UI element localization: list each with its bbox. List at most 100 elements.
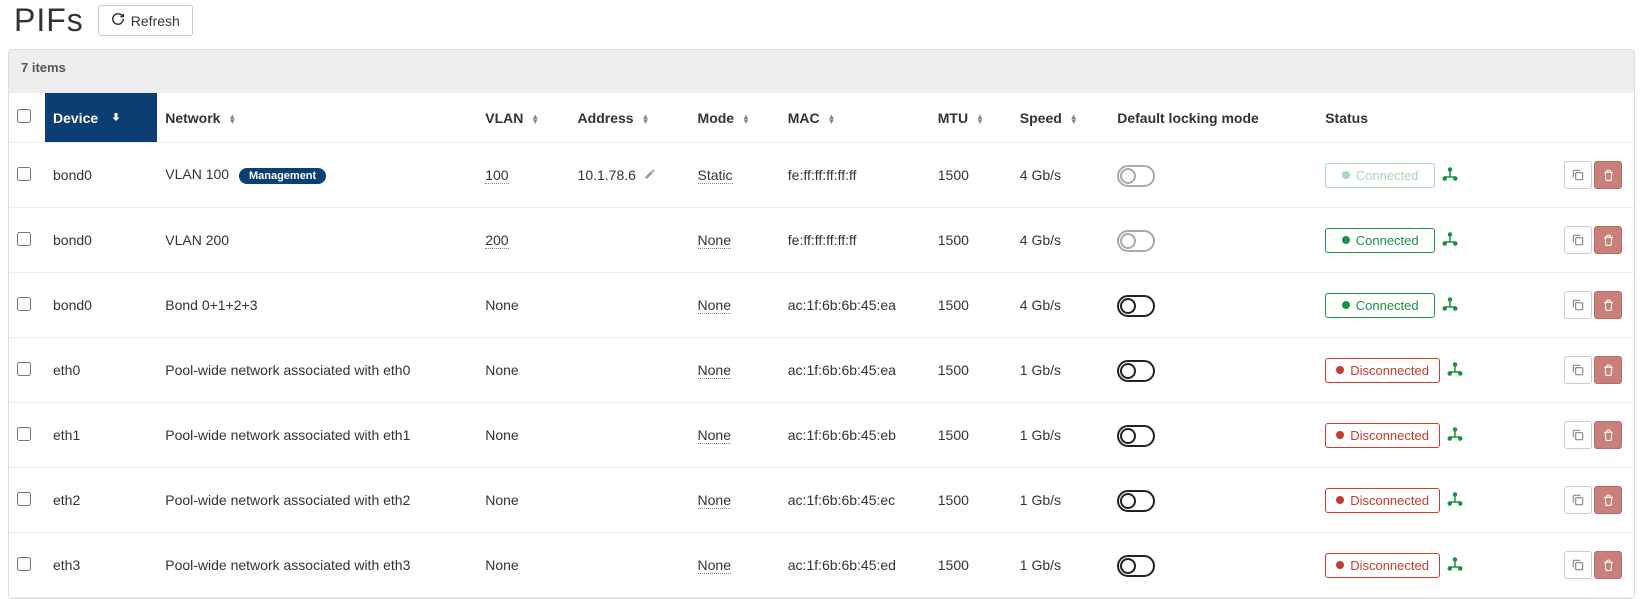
locking-toggle[interactable] <box>1117 295 1153 315</box>
mode-cell[interactable]: None <box>698 557 731 574</box>
copy-button[interactable] <box>1564 486 1592 514</box>
row-checkbox[interactable] <box>17 557 31 571</box>
network-cell[interactable]: Pool-wide network associated with eth3 <box>165 557 410 573</box>
copy-button[interactable] <box>1564 356 1592 384</box>
copy-button[interactable] <box>1564 291 1592 319</box>
table-row: bond0VLAN 200200Nonefe:ff:ff:ff:ff:ff150… <box>9 208 1634 273</box>
status-dot-icon <box>1342 236 1350 244</box>
edit-address-icon[interactable] <box>644 167 656 183</box>
network-tree-icon[interactable] <box>1441 234 1459 250</box>
col-device[interactable]: Device <box>45 93 157 143</box>
network-tree-icon[interactable] <box>1446 429 1464 445</box>
vlan-cell: None <box>485 557 518 573</box>
mode-cell[interactable]: Static <box>698 167 733 184</box>
locking-toggle[interactable] <box>1117 425 1153 445</box>
row-checkbox[interactable] <box>17 427 31 441</box>
network-cell[interactable]: Bond 0+1+2+3 <box>165 297 257 313</box>
row-checkbox[interactable] <box>17 492 31 506</box>
table-row: bond0Bond 0+1+2+3NoneNoneac:1f:6b:6b:45:… <box>9 273 1634 338</box>
status-pill[interactable]: Connected <box>1325 163 1435 188</box>
mtu-cell: 1500 <box>938 232 969 248</box>
col-mode-label: Mode <box>698 110 735 126</box>
network-tree-icon[interactable] <box>1446 559 1464 575</box>
status-pill[interactable]: Disconnected <box>1325 358 1440 383</box>
mtu-cell: 1500 <box>938 492 969 508</box>
select-all-checkbox[interactable] <box>17 109 31 123</box>
delete-button[interactable] <box>1594 161 1622 189</box>
mode-cell[interactable]: None <box>698 232 731 249</box>
sort-icon: ▲▼ <box>228 114 236 124</box>
refresh-icon <box>111 12 125 29</box>
delete-button[interactable] <box>1594 551 1622 579</box>
col-vlan[interactable]: VLAN ▲▼ <box>477 93 569 143</box>
locking-toggle[interactable] <box>1117 165 1153 185</box>
mode-cell[interactable]: None <box>698 297 731 314</box>
delete-button[interactable] <box>1594 226 1622 254</box>
mode-cell[interactable]: None <box>698 362 731 379</box>
network-tree-icon[interactable] <box>1446 364 1464 380</box>
copy-button[interactable] <box>1564 161 1592 189</box>
status-pill[interactable]: Disconnected <box>1325 553 1440 578</box>
mtu-cell: 1500 <box>938 557 969 573</box>
device-cell: eth2 <box>53 492 80 508</box>
delete-button[interactable] <box>1594 486 1622 514</box>
locking-toggle[interactable] <box>1117 490 1153 510</box>
col-mac-label: MAC <box>788 110 820 126</box>
delete-button[interactable] <box>1594 421 1622 449</box>
status-pill[interactable]: Connected <box>1325 293 1435 318</box>
mode-cell[interactable]: None <box>698 427 731 444</box>
sort-icon: ▲▼ <box>1070 114 1078 124</box>
mtu-cell: 1500 <box>938 167 969 183</box>
col-status: Status <box>1317 93 1528 143</box>
status-dot-icon <box>1336 366 1344 374</box>
refresh-button[interactable]: Refresh <box>98 5 193 36</box>
locking-toggle[interactable] <box>1117 555 1153 575</box>
network-cell[interactable]: Pool-wide network associated with eth0 <box>165 362 410 378</box>
network-cell[interactable]: Pool-wide network associated with eth2 <box>165 492 410 508</box>
mac-cell: ac:1f:6b:6b:45:ea <box>788 362 896 378</box>
speed-cell: 1 Gb/s <box>1020 557 1061 573</box>
delete-button[interactable] <box>1594 356 1622 384</box>
copy-button[interactable] <box>1564 551 1592 579</box>
table-row: eth2 Pool-wide network associated with et… <box>9 468 1634 533</box>
vlan-cell[interactable]: 100 <box>485 167 508 184</box>
delete-button[interactable] <box>1594 291 1622 319</box>
col-speed[interactable]: Speed ▲▼ <box>1012 93 1109 143</box>
col-mtu[interactable]: MTU ▲▼ <box>930 93 1012 143</box>
status-pill[interactable]: Disconnected <box>1325 488 1440 513</box>
network-tree-icon[interactable] <box>1446 494 1464 510</box>
status-dot-icon <box>1336 496 1344 504</box>
status-dot-icon <box>1342 301 1350 309</box>
mode-cell[interactable]: None <box>698 492 731 509</box>
vlan-cell[interactable]: 200 <box>485 232 508 249</box>
sort-icon: ▲▼ <box>531 114 539 124</box>
status-pill[interactable]: Connected <box>1325 228 1435 253</box>
status-pill[interactable]: Disconnected <box>1325 423 1440 448</box>
locking-toggle[interactable] <box>1117 230 1153 250</box>
row-checkbox[interactable] <box>17 232 31 246</box>
status-label: Disconnected <box>1350 558 1429 573</box>
mtu-cell: 1500 <box>938 427 969 443</box>
network-tree-icon[interactable] <box>1441 169 1459 185</box>
mac-cell: fe:ff:ff:ff:ff:ff <box>788 167 857 183</box>
row-checkbox[interactable] <box>17 297 31 311</box>
network-cell[interactable]: VLAN 200 <box>165 232 229 248</box>
network-cell[interactable]: VLAN 100 <box>165 166 229 182</box>
speed-cell: 4 Gb/s <box>1020 167 1061 183</box>
locking-toggle[interactable] <box>1117 360 1153 380</box>
col-mac[interactable]: MAC ▲▼ <box>780 93 930 143</box>
col-network[interactable]: Network ▲▼ <box>157 93 477 143</box>
status-label: Disconnected <box>1350 428 1429 443</box>
row-checkbox[interactable] <box>17 362 31 376</box>
col-locking-label: Default locking mode <box>1117 110 1259 126</box>
mac-cell: fe:ff:ff:ff:ff:ff <box>788 232 857 248</box>
network-cell[interactable]: Pool-wide network associated with eth1 <box>165 427 410 443</box>
network-tree-icon[interactable] <box>1441 299 1459 315</box>
row-checkbox[interactable] <box>17 167 31 181</box>
mac-cell: ac:1f:6b:6b:45:ea <box>788 297 896 313</box>
copy-button[interactable] <box>1564 226 1592 254</box>
copy-button[interactable] <box>1564 421 1592 449</box>
col-address[interactable]: Address ▲▼ <box>570 93 690 143</box>
items-count: 7 items <box>9 50 1634 93</box>
col-mode[interactable]: Mode ▲▼ <box>690 93 780 143</box>
